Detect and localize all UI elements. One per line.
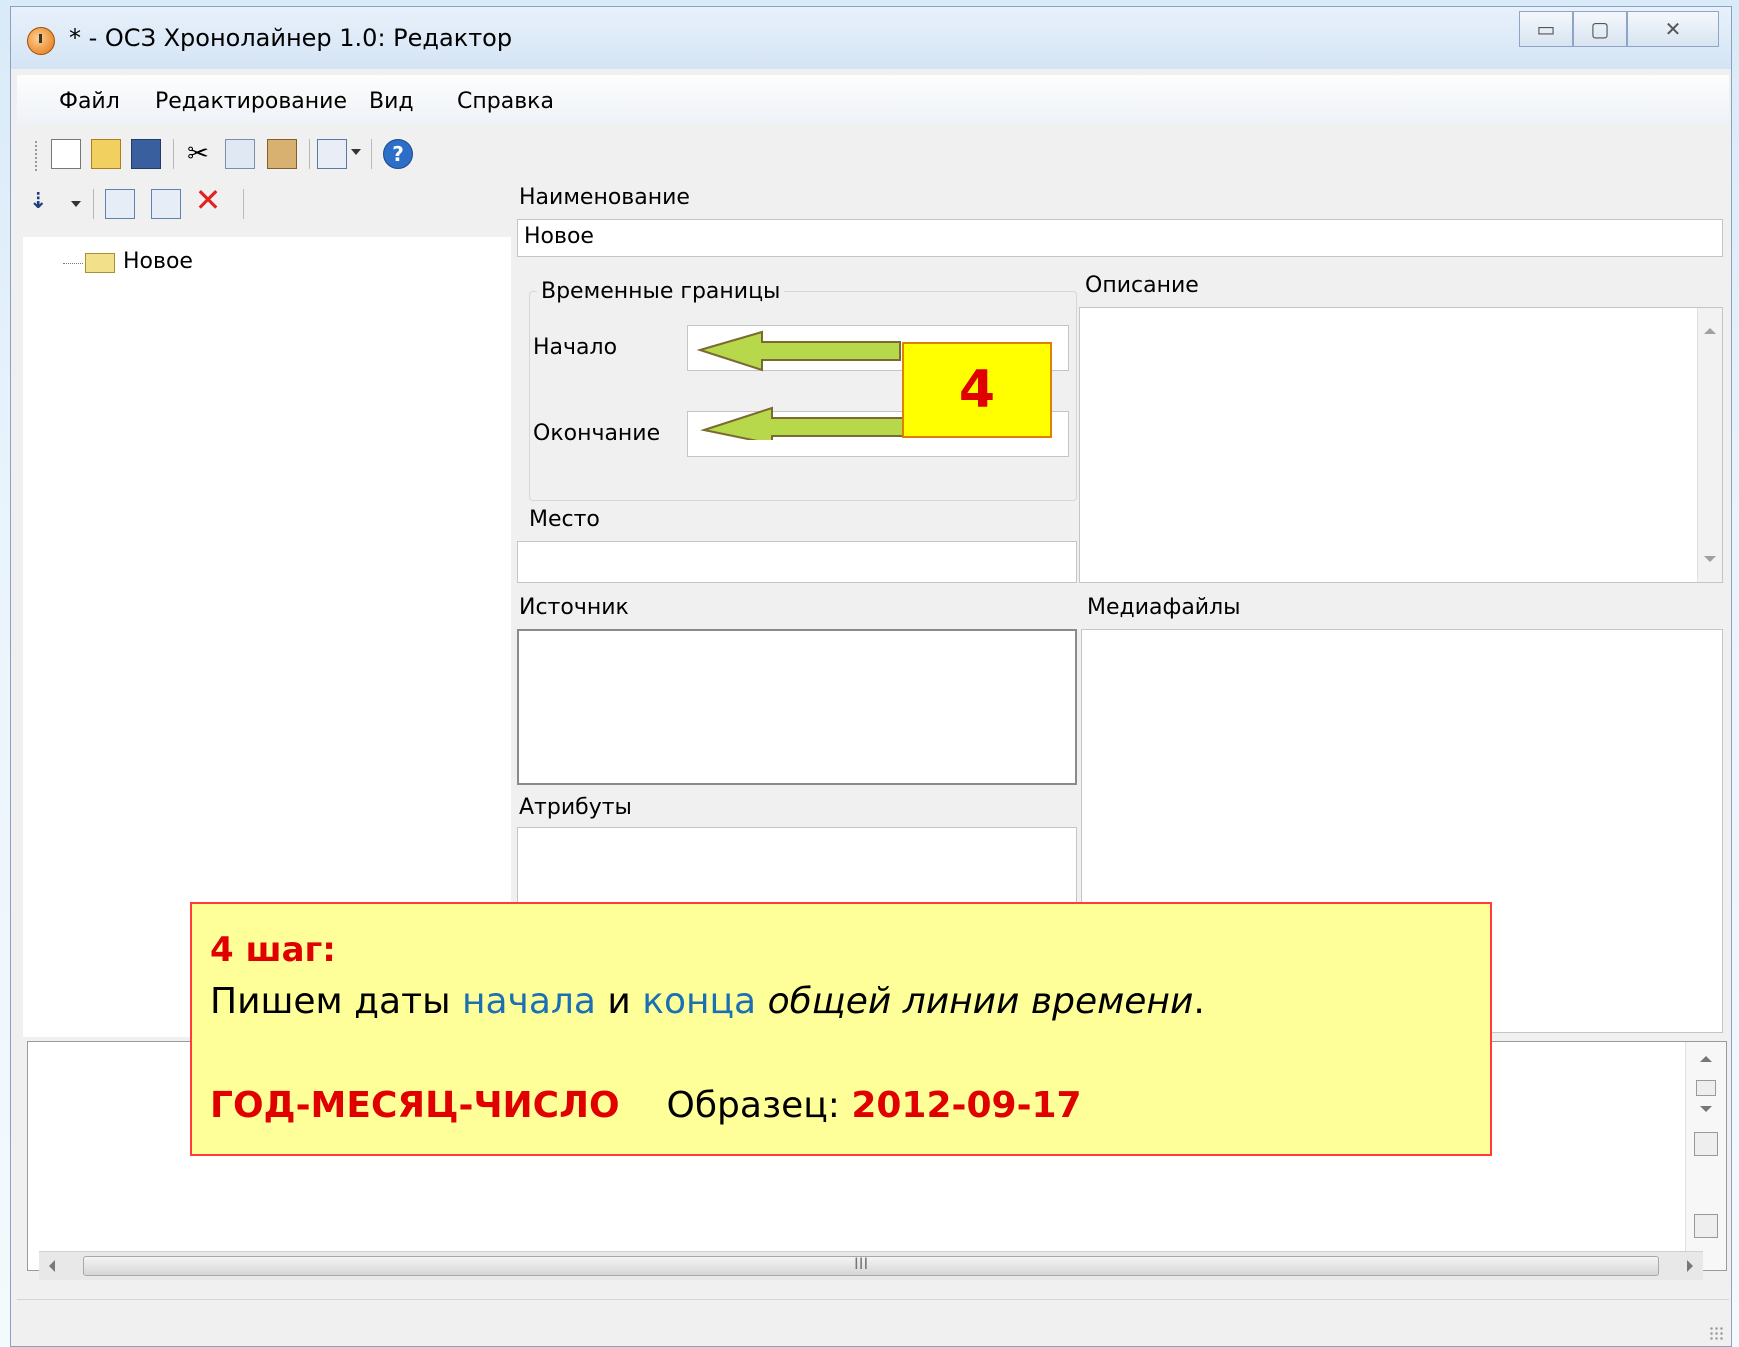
window-title: * - ОСЗ Хронолайнер 1.0: Редактор <box>69 24 513 52</box>
note-format: ГОД-МЕСЯЦ-ЧИСЛО Образец: 2012-09-17 <box>210 1080 1472 1132</box>
place-field[interactable] <box>517 541 1077 583</box>
name-label: Наименование <box>519 185 690 210</box>
main-toolbar: ✂ ? <box>17 127 1729 183</box>
note-word-start: начала <box>461 981 596 1022</box>
new-file-icon[interactable] <box>51 139 81 169</box>
note-instruction: Пишем даты начала и конца общей линии вр… <box>210 981 1205 1022</box>
note-format-pattern: ГОД-МЕСЯЦ-ЧИСЛО <box>210 1085 620 1126</box>
title-bar: * - ОСЗ Хронолайнер 1.0: Редактор ▭ ▢ ✕ <box>11 7 1731 69</box>
instruction-note: 4 шаг: Пишем даты начала и конца общей л… <box>190 902 1492 1156</box>
resize-grip-icon[interactable] <box>1709 1326 1723 1340</box>
end-arrow-icon <box>700 406 909 440</box>
zoom-up-icon[interactable] <box>1700 1056 1712 1062</box>
menu-help[interactable]: Справка <box>457 89 554 114</box>
timeline-side-controls <box>1685 1042 1726 1270</box>
help-icon[interactable]: ? <box>383 139 413 169</box>
paste-icon[interactable] <box>267 139 297 169</box>
source-label: Источник <box>519 595 629 620</box>
delete-icon[interactable]: ✕ <box>193 184 223 216</box>
cut-icon[interactable]: ✂ <box>183 139 213 169</box>
window-controls: ▭ ▢ ✕ <box>1519 11 1719 49</box>
menu-bar: Файл Редактирование Вид Справка <box>17 75 1729 125</box>
time-bounds-label: Временные границы <box>537 279 785 304</box>
menu-view[interactable]: Вид <box>369 89 414 114</box>
note-word-end: конца <box>642 981 757 1022</box>
description-field[interactable] <box>1079 307 1723 583</box>
toolbar-grip[interactable] <box>35 141 40 171</box>
name-field[interactable]: Новое <box>517 219 1723 257</box>
close-button[interactable]: ✕ <box>1627 11 1719 47</box>
clock-app-icon <box>27 27 55 55</box>
media-label: Медиафайлы <box>1087 595 1241 620</box>
copy-icon[interactable] <box>225 139 255 169</box>
source-field[interactable] <box>517 629 1077 785</box>
tree-item-root[interactable]: Новое <box>123 249 193 274</box>
save-icon[interactable] <box>131 139 161 169</box>
sort-icon[interactable]: ⇣ <box>29 189 47 214</box>
maximize-button[interactable]: ▢ <box>1573 11 1627 47</box>
scroll-grip: III <box>854 1254 869 1273</box>
settings-icon[interactable] <box>1694 1214 1718 1238</box>
end-label: Окончание <box>533 421 661 446</box>
zoom-down-icon[interactable] <box>1700 1106 1712 1112</box>
sort-dropdown-icon[interactable] <box>71 201 81 207</box>
menu-file[interactable]: Файл <box>59 89 120 114</box>
scroll-left-icon[interactable] <box>49 1260 55 1272</box>
scroll-right-icon[interactable] <box>1687 1260 1693 1272</box>
start-arrow-icon <box>696 330 901 372</box>
description-scrollbar[interactable] <box>1697 308 1722 582</box>
step-number-badge: 4 <box>902 342 1052 438</box>
annotation-arrows <box>696 330 909 440</box>
horizontal-scrollbar[interactable]: III <box>39 1251 1703 1280</box>
zoom-slider-icon[interactable] <box>1696 1080 1716 1096</box>
scroll-down-icon[interactable] <box>1704 556 1716 562</box>
view-dropdown-icon[interactable] <box>351 149 361 155</box>
place-label: Место <box>529 507 600 532</box>
open-folder-icon[interactable] <box>91 139 121 169</box>
status-bar <box>17 1299 1729 1346</box>
scroll-thumb[interactable]: III <box>83 1254 1659 1276</box>
start-label: Начало <box>533 335 618 360</box>
note-step-title: 4 шаг: <box>210 930 336 970</box>
note-example-value: 2012-09-17 <box>851 1085 1082 1126</box>
note-example-label: Образец: <box>666 1085 852 1126</box>
scroll-up-icon[interactable] <box>1704 328 1716 334</box>
note-italic: общей линии времени <box>767 981 1194 1022</box>
description-label: Описание <box>1085 273 1199 298</box>
minimize-button[interactable]: ▭ <box>1519 11 1573 47</box>
menu-edit[interactable]: Редактирование <box>155 89 347 114</box>
attributes-label: Атрибуты <box>519 795 632 820</box>
add-subitem-icon[interactable] <box>151 189 181 219</box>
fit-view-icon[interactable] <box>1694 1132 1718 1156</box>
folder-icon <box>85 253 115 273</box>
view-grid-icon[interactable] <box>317 139 347 169</box>
add-item-icon[interactable] <box>105 189 135 219</box>
